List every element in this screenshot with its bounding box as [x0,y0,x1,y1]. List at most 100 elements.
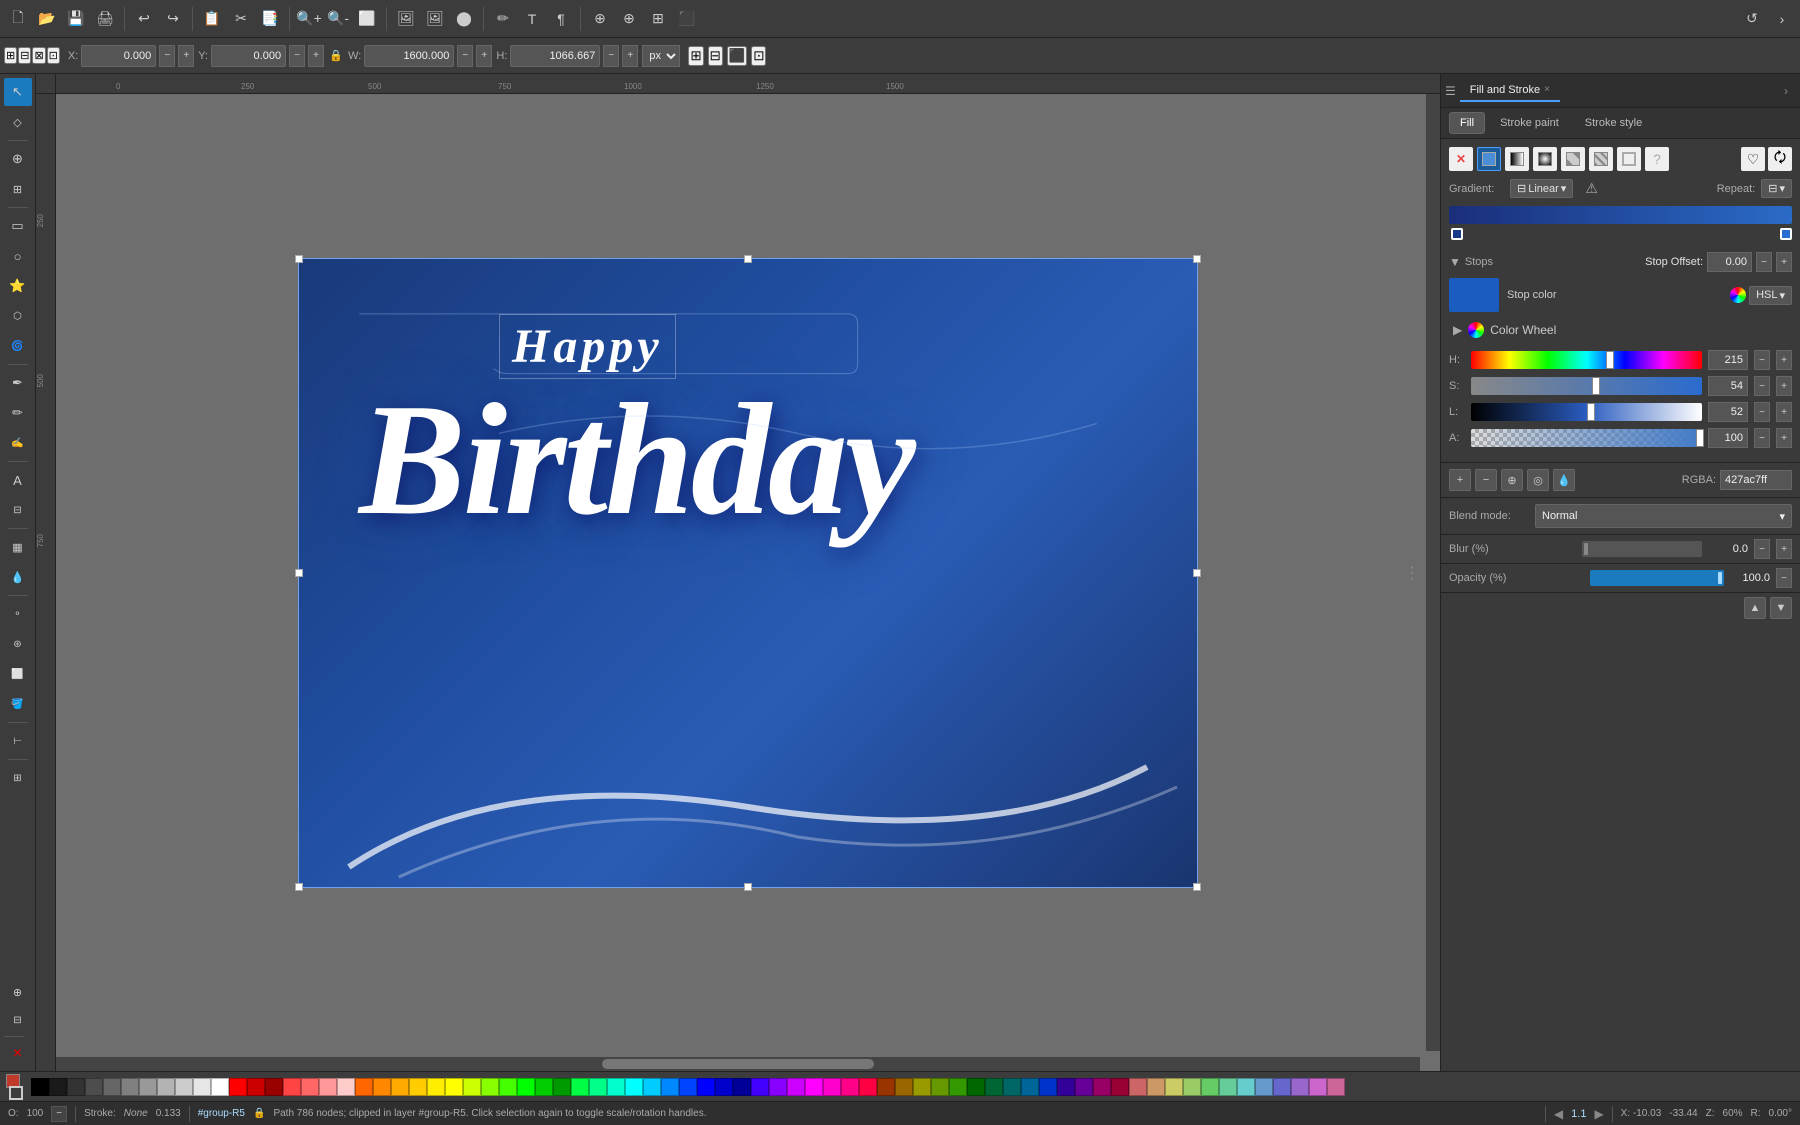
spray-button[interactable]: ⊛ [4,630,32,658]
palette-swatch[interactable] [85,1078,103,1096]
scrollbar-h[interactable] [56,1057,1420,1071]
copy-button[interactable]: 📋 [198,5,226,33]
measure-tool-button[interactable]: ⊞ [4,175,32,203]
snap2-button[interactable]: ⊕ [615,5,643,33]
palette-swatch[interactable] [589,1078,607,1096]
nav-next-button[interactable]: ▶ [1594,1107,1603,1121]
s-slider-thumb[interactable] [1592,377,1600,395]
palette-swatch[interactable] [355,1078,373,1096]
palette-swatch[interactable] [841,1078,859,1096]
x-inc-button[interactable]: + [178,45,194,67]
a-dec-button[interactable]: − [1754,428,1770,448]
palette-swatch[interactable] [1111,1078,1129,1096]
duplicate-stop-button[interactable]: ⊕ [1501,469,1523,491]
blur-dec-button[interactable]: − [1754,539,1770,559]
node-tool-button[interactable]: ◇ [4,108,32,136]
snap3-button[interactable]: ⊞ [644,5,672,33]
align4-button[interactable]: ⊡ [47,47,60,64]
remove-stop-button[interactable]: − [1475,469,1497,491]
blur-track[interactable] [1582,541,1702,557]
palette-swatch[interactable] [301,1078,319,1096]
gradient-stop-left[interactable] [1451,228,1463,240]
palette-swatch[interactable] [949,1078,967,1096]
palette-swatch[interactable] [1183,1078,1201,1096]
palette-swatch[interactable] [463,1078,481,1096]
eyedropper-stop-button[interactable]: 💧 [1553,469,1575,491]
palette-swatch[interactable] [1291,1078,1309,1096]
print-button[interactable]: 🖨 [91,5,119,33]
panel-up-button[interactable]: ▲ [1744,597,1766,619]
palette-swatch[interactable] [805,1078,823,1096]
eraser-button[interactable]: ⬜ [4,660,32,688]
l-slider-thumb[interactable] [1587,403,1595,421]
palette-swatch[interactable] [823,1078,841,1096]
swatch-button[interactable] [1617,147,1641,171]
zoom-out-button[interactable]: 🔍- [324,5,352,33]
palette-swatch[interactable] [193,1078,211,1096]
canvas-content[interactable]: Happy Birthday [56,94,1440,1051]
view-all-button[interactable]: ⊟ [4,1006,32,1034]
spiral-tool-button[interactable]: 🌀 [4,332,32,360]
palette-swatch[interactable] [1021,1078,1039,1096]
no-fill-button[interactable]: ✕ [4,1039,32,1067]
stop-offset-input[interactable] [1707,252,1752,272]
view3-button[interactable]: ⬤ [450,5,478,33]
palette-swatch[interactable] [1147,1078,1165,1096]
view-mode3-button[interactable]: ⬛ [727,46,748,66]
palette-swatch[interactable] [553,1078,571,1096]
palette-swatch[interactable] [1237,1078,1255,1096]
palette-swatch[interactable] [787,1078,805,1096]
w-inc-button[interactable]: + [476,45,492,67]
align3-button[interactable]: ⊠ [32,47,45,64]
gradient-stop-right[interactable] [1780,228,1792,240]
a-value-input[interactable] [1708,428,1748,448]
a-slider-track[interactable] [1471,429,1702,447]
view-mode2-button[interactable]: ⊟ [708,46,723,66]
palette-swatch[interactable] [445,1078,463,1096]
palette-swatch[interactable] [103,1078,121,1096]
palette-swatch[interactable] [67,1078,85,1096]
smear-button[interactable]: ⚬ [4,600,32,628]
opacity-track[interactable] [1590,570,1725,586]
unit-select[interactable]: px [642,45,680,67]
l-dec-button[interactable]: − [1754,402,1770,422]
palette-swatch[interactable] [1093,1078,1111,1096]
pen-button[interactable]: ✏ [489,5,517,33]
palette-swatch[interactable] [607,1078,625,1096]
palette-swatch[interactable] [1057,1078,1075,1096]
align1-button[interactable]: ⊞ [4,47,17,64]
pencil-button[interactable]: ✏ [4,399,32,427]
pattern-button[interactable] [1589,147,1613,171]
connector-button[interactable]: ⊢ [4,727,32,755]
stop-offset-inc-button[interactable]: + [1776,252,1792,272]
l-slider-track[interactable] [1471,403,1702,421]
palette-swatch[interactable] [265,1078,283,1096]
stops-expand-icon[interactable]: ▼ [1449,255,1461,269]
y-inc-button[interactable]: + [308,45,324,67]
palette-swatch[interactable] [769,1078,787,1096]
cut-button[interactable]: ✂ [227,5,255,33]
redo-button[interactable]: ↪ [159,5,187,33]
panel-toggle-button[interactable]: ↺ [1738,5,1766,33]
palette-swatch[interactable] [229,1078,247,1096]
new-button[interactable]: 🗋 [4,5,32,33]
add-stop-button[interactable]: + [1449,469,1471,491]
open-button[interactable]: 📂 [33,5,61,33]
s-dec-button[interactable]: − [1754,376,1770,396]
palette-swatch[interactable] [1201,1078,1219,1096]
panel-collapse-button[interactable]: › [1776,81,1796,101]
layers-button[interactable]: ⊞ [4,764,32,792]
w-input[interactable] [364,45,454,67]
select-tool-button[interactable]: ↖ [4,78,32,106]
x-input[interactable] [81,45,156,67]
palette-swatch[interactable] [157,1078,175,1096]
blend-mode-select[interactable]: Normal ▾ [1535,504,1792,528]
view-mode4-button[interactable]: ⊡ [751,46,766,66]
palette-swatch[interactable] [409,1078,427,1096]
fill-tab[interactable]: Fill [1449,112,1485,134]
palette-swatch[interactable] [1255,1078,1273,1096]
undo-button[interactable]: ↩ [130,5,158,33]
radial-grad-button[interactable] [1533,147,1557,171]
h-slider-track[interactable] [1471,351,1702,369]
palette-swatch[interactable] [1075,1078,1093,1096]
